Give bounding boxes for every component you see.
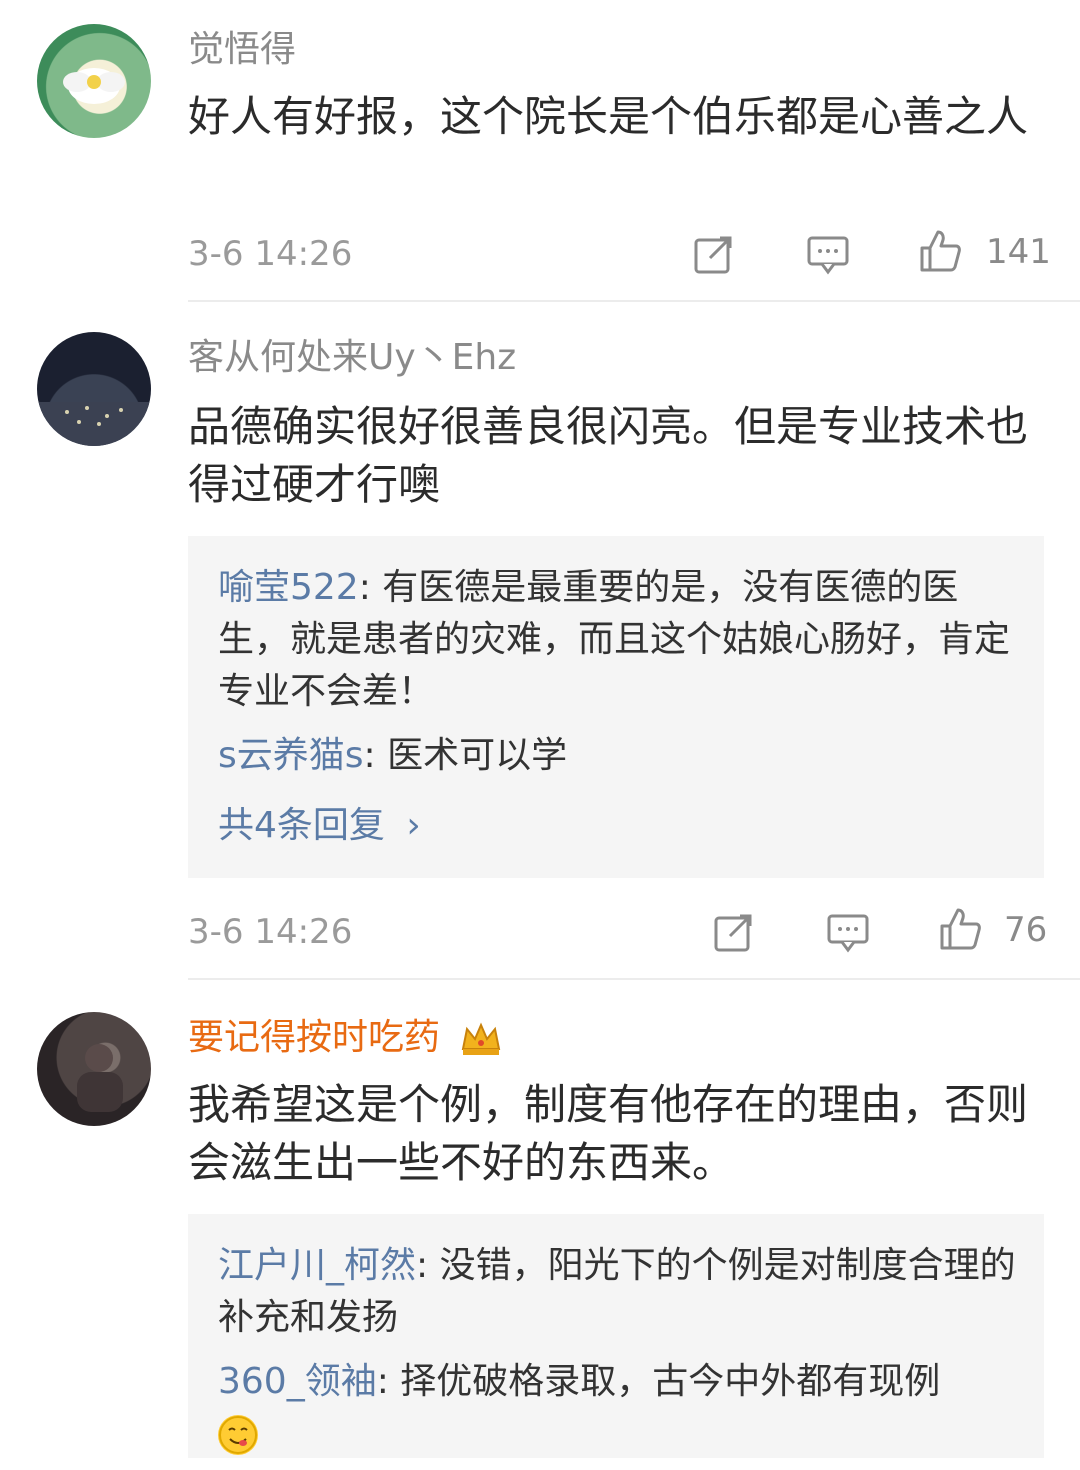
username-text: 要记得按时吃药: [188, 1017, 441, 1058]
reply-text: : 择优破格录取，古今中外都有现例: [376, 1361, 941, 1402]
avatar[interactable]: [37, 332, 151, 446]
avatar[interactable]: [37, 1012, 151, 1126]
reply-username[interactable]: 360_领袖: [218, 1361, 377, 1402]
lotus-avatar-image: [63, 68, 125, 104]
total-replies-label: 共4条回复: [218, 805, 385, 846]
crown-icon: [459, 1019, 503, 1059]
reply-text: : 医术可以学: [363, 735, 568, 776]
chevron-right-icon: ›: [406, 805, 421, 846]
reply-item: s云养猫s: 医术可以学: [218, 730, 1018, 782]
reply-username[interactable]: 喻莹522: [218, 567, 359, 608]
username[interactable]: 客从何处来Uy丶Ehz: [188, 338, 516, 378]
comment-text: 品德确实很好很善良很闪亮。但是专业技术也得过硬才行噢: [188, 402, 1029, 509]
divider: [188, 978, 1080, 980]
comment-icon: [807, 236, 849, 275]
reply-preview[interactable]: 喻莹522: 有医德是最重要的是，没有医德的医生，就是患者的灾难，而且这个姑娘心…: [188, 536, 1044, 878]
view-all-replies-link[interactable]: 共4条回复 ›: [218, 804, 421, 848]
city-night-avatar-image: [37, 402, 151, 446]
share-button[interactable]: [712, 910, 756, 954]
like-button[interactable]: [918, 228, 962, 272]
divider: [188, 300, 1080, 302]
reply-item: 喻莹522: 有医德是最重要的是，没有医德的医生，就是患者的灾难，而且这个姑娘心…: [218, 562, 1018, 718]
comment-button[interactable]: [806, 232, 850, 276]
reply-item: 江户川_柯然: 没错，阳光下的个例是对制度合理的补充和发扬: [218, 1240, 1018, 1344]
like-icon: [940, 908, 981, 950]
timestamp: 3-6 14:26: [188, 912, 353, 952]
reply-username[interactable]: s云养猫s: [218, 735, 364, 776]
reply-username[interactable]: 江户川_柯然: [218, 1245, 416, 1286]
yum-emoji-icon: [218, 1415, 258, 1455]
share-button[interactable]: [692, 232, 736, 276]
username[interactable]: 觉悟得: [188, 30, 296, 70]
like-button[interactable]: [938, 906, 982, 950]
reply-item: 360_领袖: 择优破格录取，古今中外都有现例: [218, 1356, 1018, 1460]
username[interactable]: 要记得按时吃药: [188, 1018, 503, 1059]
share-icon: [714, 914, 752, 952]
timestamp: 3-6 14:26: [188, 234, 353, 274]
person-avatar-image: [77, 1044, 123, 1112]
share-icon: [694, 236, 732, 274]
comment-icon: [827, 914, 869, 953]
avatar[interactable]: [37, 24, 151, 138]
like-count: 141: [986, 232, 1051, 272]
like-icon: [920, 230, 961, 272]
comment-text: 我希望这是个例，制度有他存在的理由，否则会滋生出一些不好的东西来。: [188, 1080, 1029, 1187]
reply-preview[interactable]: 江户川_柯然: 没错，阳光下的个例是对制度合理的补充和发扬 360_领袖: 择优…: [188, 1214, 1044, 1458]
like-count: 76: [1004, 910, 1048, 950]
comment-button[interactable]: [826, 910, 870, 954]
comment-text: 好人有好报，这个院长是个伯乐都是心善之人: [188, 92, 1029, 141]
